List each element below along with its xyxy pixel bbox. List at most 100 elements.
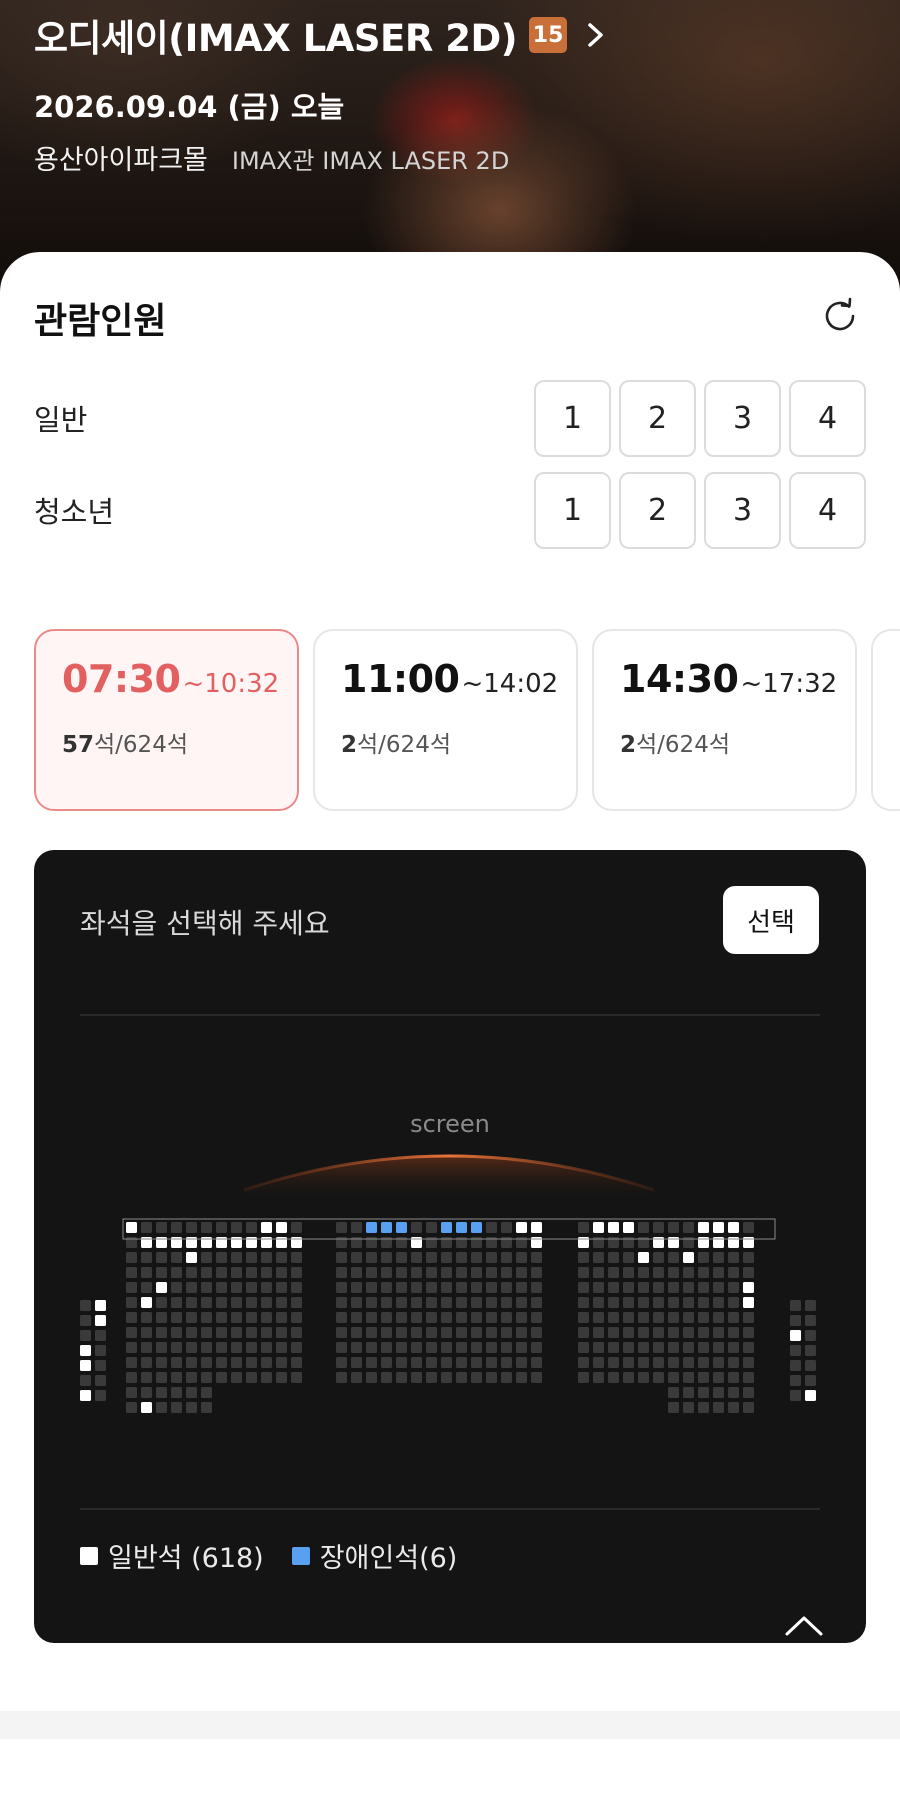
seat xyxy=(728,1267,739,1278)
seat[interactable] xyxy=(608,1222,619,1233)
seat xyxy=(201,1342,212,1353)
seat[interactable] xyxy=(698,1222,709,1233)
seat[interactable] xyxy=(141,1402,152,1413)
seats-available: 57 xyxy=(62,732,95,758)
seat[interactable] xyxy=(95,1300,106,1311)
seat[interactable] xyxy=(743,1282,754,1293)
seat[interactable] xyxy=(531,1222,542,1233)
showtime-card-1100[interactable]: 11:00 ~14:02 2석/624석 xyxy=(313,629,578,811)
seat[interactable] xyxy=(141,1297,152,1308)
seat[interactable] xyxy=(805,1390,816,1401)
seat xyxy=(201,1222,212,1233)
seat xyxy=(426,1297,437,1308)
seat[interactable] xyxy=(261,1222,272,1233)
seat[interactable] xyxy=(790,1330,801,1341)
seat xyxy=(486,1222,497,1233)
seat-map-panel: 좌석을 선택해 주세요 선택 screen 일반석 (618) 장애인석(6) xyxy=(34,850,866,1643)
seat[interactable] xyxy=(638,1252,649,1263)
seat xyxy=(578,1282,589,1293)
seat xyxy=(366,1342,377,1353)
seat xyxy=(608,1282,619,1293)
seat xyxy=(501,1282,512,1293)
seat xyxy=(396,1267,407,1278)
seat[interactable] xyxy=(471,1222,482,1233)
seat xyxy=(743,1387,754,1398)
adult-count-4[interactable]: 4 xyxy=(789,379,866,457)
seat xyxy=(593,1327,604,1338)
seat xyxy=(608,1327,619,1338)
seat xyxy=(351,1267,362,1278)
seat[interactable] xyxy=(80,1360,91,1371)
seat xyxy=(396,1357,407,1368)
seat[interactable] xyxy=(396,1222,407,1233)
seat xyxy=(231,1372,242,1383)
seat xyxy=(441,1282,452,1293)
showtime-card-0730[interactable]: 07:30 ~10:32 57석/624석 xyxy=(34,629,299,811)
seat xyxy=(743,1327,754,1338)
seat[interactable] xyxy=(80,1345,91,1356)
movie-title-row[interactable]: 오디세이(IMAX LASER 2D) 15 xyxy=(34,12,607,60)
seat[interactable] xyxy=(623,1222,634,1233)
seat xyxy=(141,1327,152,1338)
seat[interactable] xyxy=(713,1222,724,1233)
seat[interactable] xyxy=(593,1222,604,1233)
seat[interactable] xyxy=(728,1222,739,1233)
seat xyxy=(156,1222,167,1233)
seat xyxy=(638,1222,649,1233)
seat xyxy=(351,1357,362,1368)
seat[interactable] xyxy=(441,1222,452,1233)
seat xyxy=(593,1282,604,1293)
showtime-card-1430[interactable]: 14:30 ~17:32 2석/624석 xyxy=(592,629,857,811)
seat xyxy=(156,1297,167,1308)
seat[interactable] xyxy=(456,1222,467,1233)
refresh-icon[interactable] xyxy=(820,296,860,336)
seat xyxy=(623,1327,634,1338)
seat xyxy=(201,1327,212,1338)
seat xyxy=(381,1372,392,1383)
seat xyxy=(381,1252,392,1263)
adult-count-3[interactable]: 3 xyxy=(704,379,781,457)
seat xyxy=(126,1327,137,1338)
seat xyxy=(471,1267,482,1278)
seat[interactable] xyxy=(156,1282,167,1293)
youth-count-3[interactable]: 3 xyxy=(704,471,781,549)
seat[interactable] xyxy=(186,1252,197,1263)
showtime-card-next[interactable] xyxy=(871,629,900,811)
seat[interactable] xyxy=(80,1390,91,1401)
seat xyxy=(171,1387,182,1398)
adult-count-2[interactable]: 2 xyxy=(619,379,696,457)
seat xyxy=(668,1327,679,1338)
seat xyxy=(411,1222,422,1233)
panel-divider-bottom xyxy=(80,1508,820,1510)
seat[interactable] xyxy=(743,1297,754,1308)
youth-count-1[interactable]: 1 xyxy=(534,471,611,549)
seat xyxy=(743,1222,754,1233)
seat[interactable] xyxy=(516,1222,527,1233)
seat xyxy=(95,1330,106,1341)
seat[interactable] xyxy=(126,1222,137,1233)
seat xyxy=(593,1252,604,1263)
seat xyxy=(471,1312,482,1323)
seat xyxy=(790,1300,801,1311)
youth-count-2[interactable]: 2 xyxy=(619,471,696,549)
seat[interactable] xyxy=(276,1222,287,1233)
seat xyxy=(351,1252,362,1263)
seat xyxy=(743,1342,754,1353)
seat[interactable] xyxy=(381,1222,392,1233)
seat xyxy=(336,1252,347,1263)
adult-count-1[interactable]: 1 xyxy=(534,379,611,457)
chevron-right-icon[interactable] xyxy=(585,20,607,50)
seat xyxy=(516,1297,527,1308)
showtime-end: ~17:32 xyxy=(740,669,838,699)
chevron-up-icon[interactable] xyxy=(784,1612,824,1638)
seat xyxy=(156,1402,167,1413)
seat[interactable] xyxy=(366,1222,377,1233)
seat xyxy=(728,1372,739,1383)
seat xyxy=(790,1390,801,1401)
seat xyxy=(805,1360,816,1371)
seat[interactable] xyxy=(683,1252,694,1263)
seat[interactable] xyxy=(95,1315,106,1326)
seat xyxy=(95,1345,106,1356)
seat xyxy=(698,1372,709,1383)
youth-count-4[interactable]: 4 xyxy=(789,471,866,549)
